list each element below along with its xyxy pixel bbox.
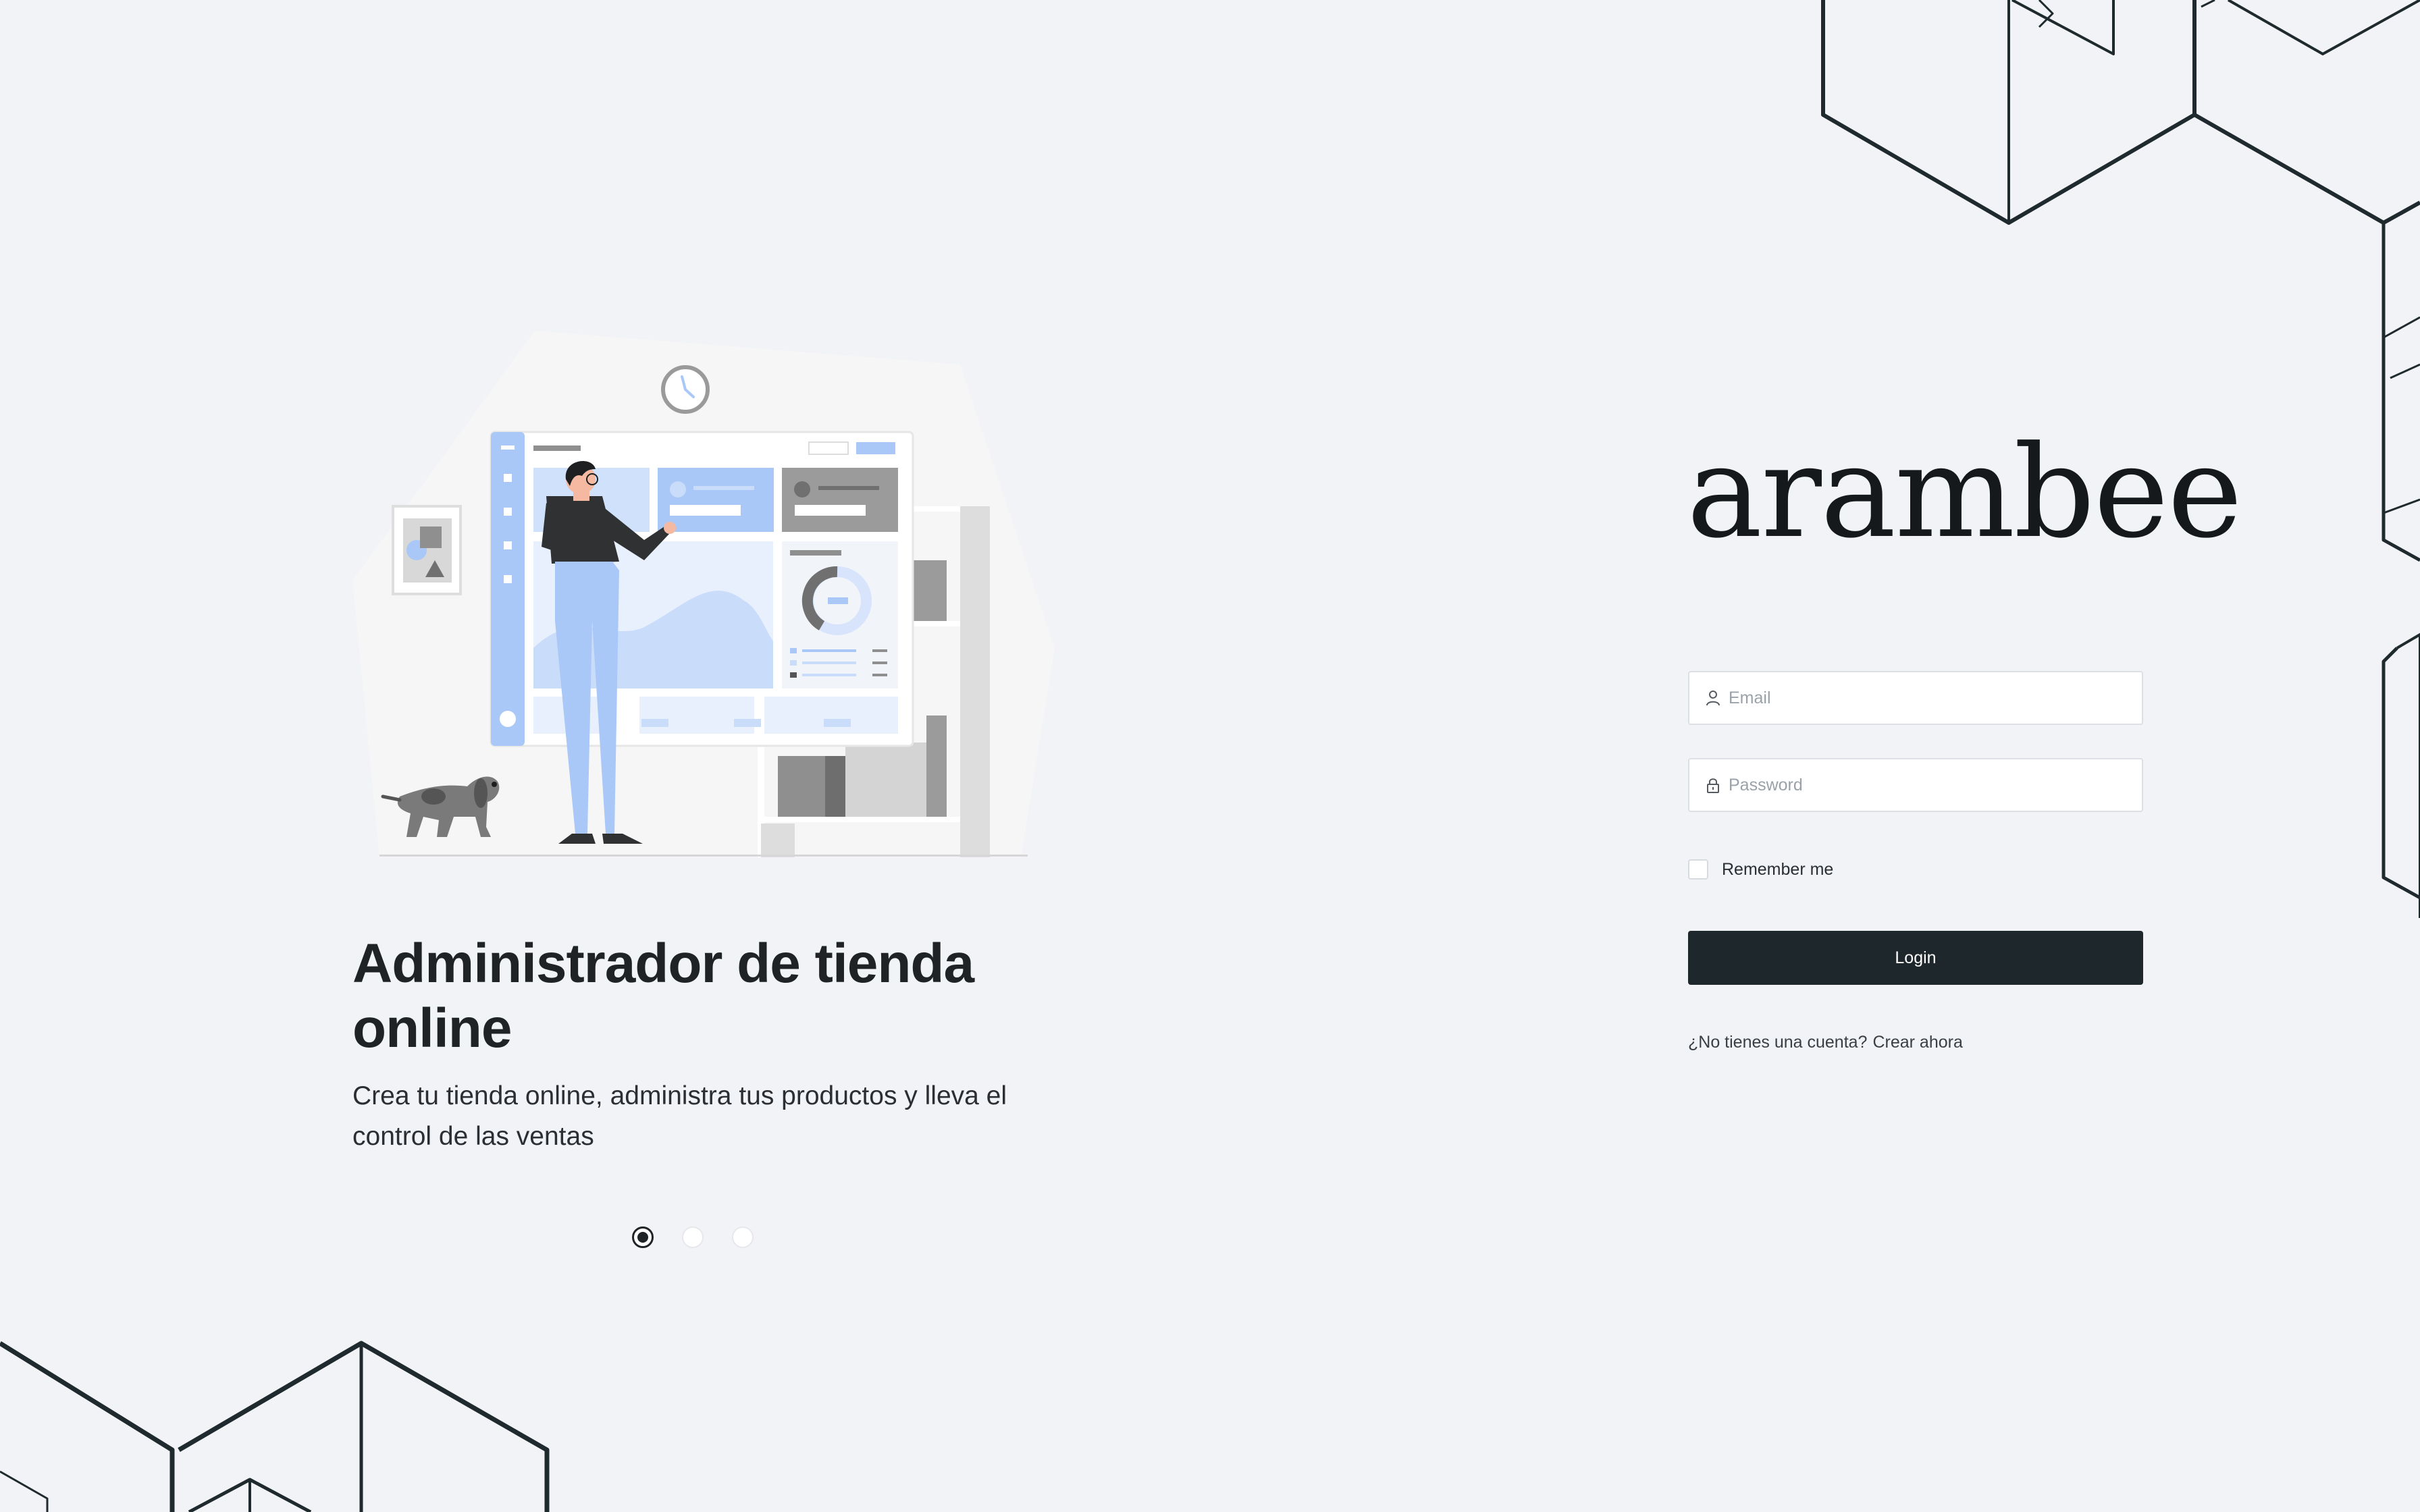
password-input[interactable]: [1729, 775, 2142, 795]
email-field[interactable]: [1688, 671, 2143, 725]
login-button[interactable]: Login: [1688, 931, 2143, 985]
lock-icon: [1704, 776, 1722, 794]
remember-me: Remember me: [1688, 859, 1833, 880]
framed-picture: [392, 505, 462, 595]
remember-label[interactable]: Remember me: [1722, 860, 1833, 880]
dashboard-screen: [490, 431, 914, 747]
signup-link[interactable]: Crear ahora: [1872, 1033, 1962, 1052]
login-page: Administrador de tienda online Crea tu t…: [0, 0, 2420, 1512]
password-field[interactable]: [1688, 758, 2143, 812]
signup-question: ¿No tienes una cuenta?: [1688, 1033, 1868, 1052]
clock-icon: [661, 365, 710, 414]
decorative-cubes-bottom-left: [0, 1336, 554, 1512]
hero-title: Administrador de tienda online: [352, 933, 974, 1059]
brand-logo: arambee: [1687, 418, 2242, 566]
carousel-indicators: [632, 1226, 754, 1248]
carousel-dot-2[interactable]: [682, 1226, 704, 1248]
signup-prompt: ¿No tienes una cuenta? Crear ahora: [1688, 1033, 1963, 1052]
email-input[interactable]: [1729, 688, 2142, 708]
carousel-dot-1[interactable]: [632, 1226, 654, 1248]
user-icon: [1704, 689, 1722, 707]
hero-illustration: [352, 324, 1061, 864]
remember-checkbox[interactable]: [1688, 859, 1708, 880]
carousel-dot-3[interactable]: [732, 1226, 754, 1248]
hero-subtitle: Crea tu tienda online, administra tus pr…: [352, 1081, 1007, 1151]
